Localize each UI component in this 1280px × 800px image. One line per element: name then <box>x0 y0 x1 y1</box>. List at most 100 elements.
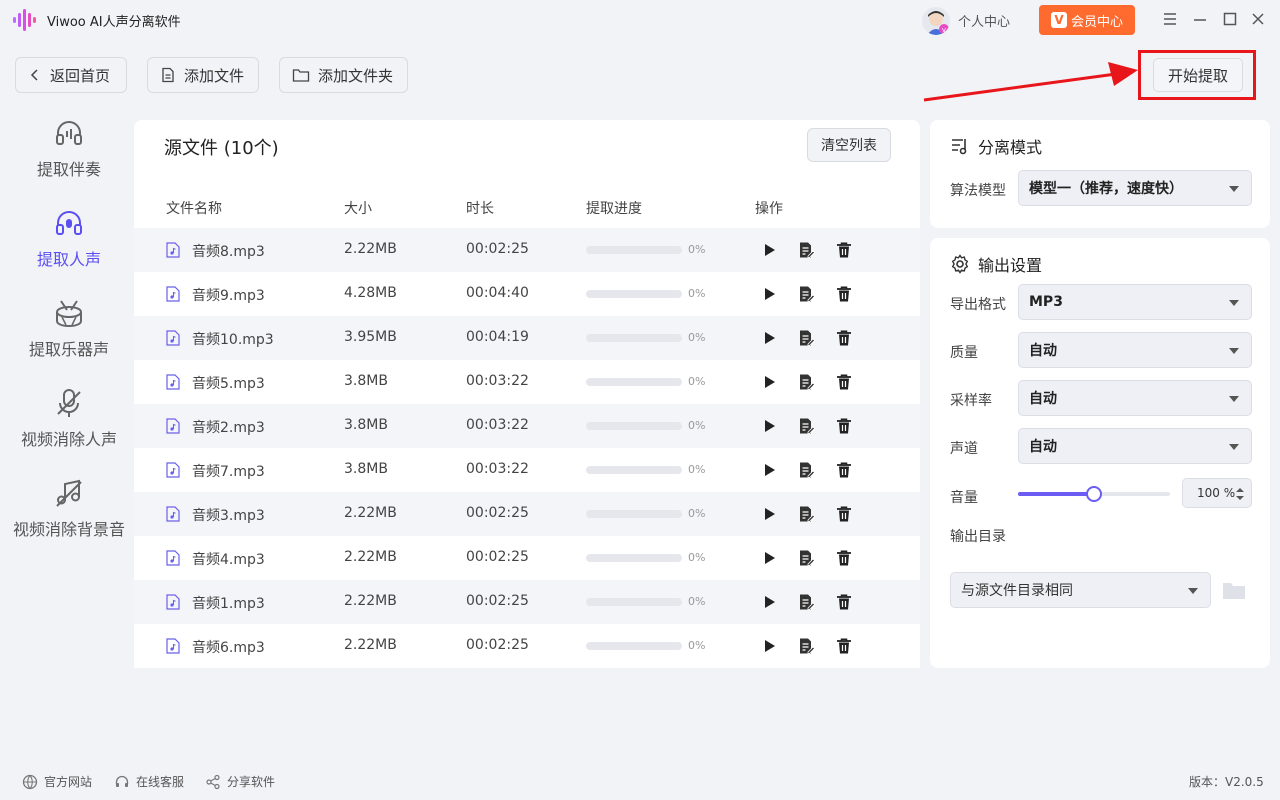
edit-file-icon[interactable] <box>797 461 816 479</box>
close-icon[interactable] <box>1249 10 1267 28</box>
progress-percent: 0% <box>688 331 706 344</box>
nav-item-extract-vocals[interactable]: 提取人声 <box>0 206 138 270</box>
delete-icon[interactable] <box>835 373 853 391</box>
footer-support-link[interactable]: 在线客服 <box>114 773 184 790</box>
headset-icon <box>115 775 129 787</box>
avatar[interactable]: v <box>922 7 950 35</box>
file-duration: 00:02:25 <box>466 593 529 609</box>
menu-icon[interactable] <box>1161 10 1179 28</box>
table-row[interactable]: 音频10.mp3 3.95MB 00:04:19 0% <box>134 316 920 360</box>
column-header-duration: 时长 <box>466 201 494 217</box>
audio-file-icon <box>166 286 180 302</box>
table-row[interactable]: 音频7.mp3 3.8MB 00:03:22 0% <box>134 448 920 492</box>
play-icon[interactable] <box>760 549 778 567</box>
table-row[interactable]: 音频3.mp3 2.22MB 00:02:25 0% <box>134 492 920 536</box>
nav-item-video-remove-vocals[interactable]: 视频消除人声 <box>0 386 138 450</box>
back-home-button[interactable]: 返回首页 <box>15 57 127 93</box>
caret-down-icon <box>1229 396 1239 402</box>
progress-percent: 0% <box>688 375 706 388</box>
audio-file-icon <box>166 506 180 522</box>
file-duration: 00:02:25 <box>466 549 529 565</box>
volume-slider[interactable] <box>1018 486 1170 502</box>
maximize-icon[interactable] <box>1221 10 1239 28</box>
vip-center-button[interactable]: V 会员中心 <box>1039 5 1135 35</box>
samplerate-value: 自动 <box>1029 391 1057 407</box>
file-duration: 00:03:22 <box>466 461 529 477</box>
volume-label: 音量 <box>950 490 978 506</box>
play-icon[interactable] <box>760 417 778 435</box>
file-size: 3.8MB <box>344 461 388 477</box>
edit-file-icon[interactable] <box>797 593 816 611</box>
delete-icon[interactable] <box>835 417 853 435</box>
file-size: 3.8MB <box>344 417 388 433</box>
file-list-title: 源文件 (10个) <box>164 138 279 159</box>
start-extract-button[interactable]: 开始提取 <box>1153 58 1243 92</box>
file-size: 2.22MB <box>344 549 397 565</box>
table-row[interactable]: 音频1.mp3 2.22MB 00:02:25 0% <box>134 580 920 624</box>
output-dir-value: 与源文件目录相同 <box>961 583 1073 599</box>
nav-item-extract-accompaniment[interactable]: 提取伴奏 <box>0 116 138 180</box>
footer-support-label: 在线客服 <box>136 775 185 789</box>
user-center-link[interactable]: 个人中心 <box>958 11 1010 30</box>
add-file-label: 添加文件 <box>184 66 245 85</box>
table-row[interactable]: 音频9.mp3 4.28MB 00:04:40 0% <box>134 272 920 316</box>
audio-file-icon <box>166 638 180 654</box>
delete-icon[interactable] <box>835 285 853 303</box>
table-row[interactable]: 音频4.mp3 2.22MB 00:02:25 0% <box>134 536 920 580</box>
format-select[interactable]: MP3 <box>1018 284 1252 320</box>
table-row[interactable]: 音频6.mp3 2.22MB 00:02:25 0% <box>134 624 920 668</box>
quality-select[interactable]: 自动 <box>1018 332 1252 368</box>
delete-icon[interactable] <box>835 593 853 611</box>
delete-icon[interactable] <box>835 241 853 259</box>
folder-icon[interactable] <box>1222 580 1246 600</box>
clear-list-button[interactable]: 清空列表 <box>807 128 891 162</box>
file-name: 音频2.mp3 <box>192 420 265 436</box>
delete-icon[interactable] <box>835 637 853 655</box>
file-size: 3.95MB <box>344 329 397 345</box>
quality-value: 自动 <box>1029 343 1057 359</box>
table-row[interactable]: 音频5.mp3 3.8MB 00:03:22 0% <box>134 360 920 404</box>
footer-share-link[interactable]: 分享软件 <box>205 773 275 790</box>
play-icon[interactable] <box>760 461 778 479</box>
file-name: 音频3.mp3 <box>192 508 265 524</box>
play-icon[interactable] <box>760 593 778 611</box>
delete-icon[interactable] <box>835 461 853 479</box>
edit-file-icon[interactable] <box>797 373 816 391</box>
app-title: Viwoo AI人声分离软件 <box>47 15 181 30</box>
volume-value: 100 % <box>1197 486 1236 500</box>
edit-file-icon[interactable] <box>797 285 816 303</box>
play-icon[interactable] <box>760 505 778 523</box>
minimize-icon[interactable] <box>1191 10 1209 28</box>
volume-slider-thumb[interactable] <box>1086 486 1102 502</box>
delete-icon[interactable] <box>835 549 853 567</box>
separation-mode-panel: 分离模式 算法模型 模型一（推荐，速度快） <box>930 120 1270 228</box>
table-row[interactable]: 音频8.mp3 2.22MB 00:02:25 0% <box>134 228 920 272</box>
channel-select[interactable]: 自动 <box>1018 428 1252 464</box>
add-folder-button[interactable]: 添加文件夹 <box>279 57 408 93</box>
delete-icon[interactable] <box>835 505 853 523</box>
table-row[interactable]: 音频2.mp3 3.8MB 00:03:22 0% <box>134 404 920 448</box>
edit-file-icon[interactable] <box>797 241 816 259</box>
edit-file-icon[interactable] <box>797 417 816 435</box>
nav-item-extract-instruments[interactable]: 提取乐器声 <box>0 296 138 360</box>
audio-file-icon <box>166 330 180 346</box>
footer-website-link[interactable]: 官方网站 <box>22 773 92 790</box>
nav-item-video-remove-background[interactable]: 视频消除背景音 <box>0 476 138 540</box>
volume-stepper[interactable]: 100 % <box>1182 478 1252 508</box>
delete-icon[interactable] <box>835 329 853 347</box>
play-icon[interactable] <box>760 285 778 303</box>
edit-file-icon[interactable] <box>797 329 816 347</box>
edit-file-icon[interactable] <box>797 637 816 655</box>
play-icon[interactable] <box>760 241 778 259</box>
model-select[interactable]: 模型一（推荐，速度快） <box>1018 170 1252 206</box>
edit-file-icon[interactable] <box>797 505 816 523</box>
samplerate-select[interactable]: 自动 <box>1018 380 1252 416</box>
output-dir-select[interactable]: 与源文件目录相同 <box>950 572 1211 608</box>
progress-bar <box>586 334 682 342</box>
play-icon[interactable] <box>760 637 778 655</box>
add-file-button[interactable]: 添加文件 <box>147 57 259 93</box>
play-icon[interactable] <box>760 373 778 391</box>
stepper-arrows-icon[interactable] <box>1235 486 1245 502</box>
play-icon[interactable] <box>760 329 778 347</box>
edit-file-icon[interactable] <box>797 549 816 567</box>
